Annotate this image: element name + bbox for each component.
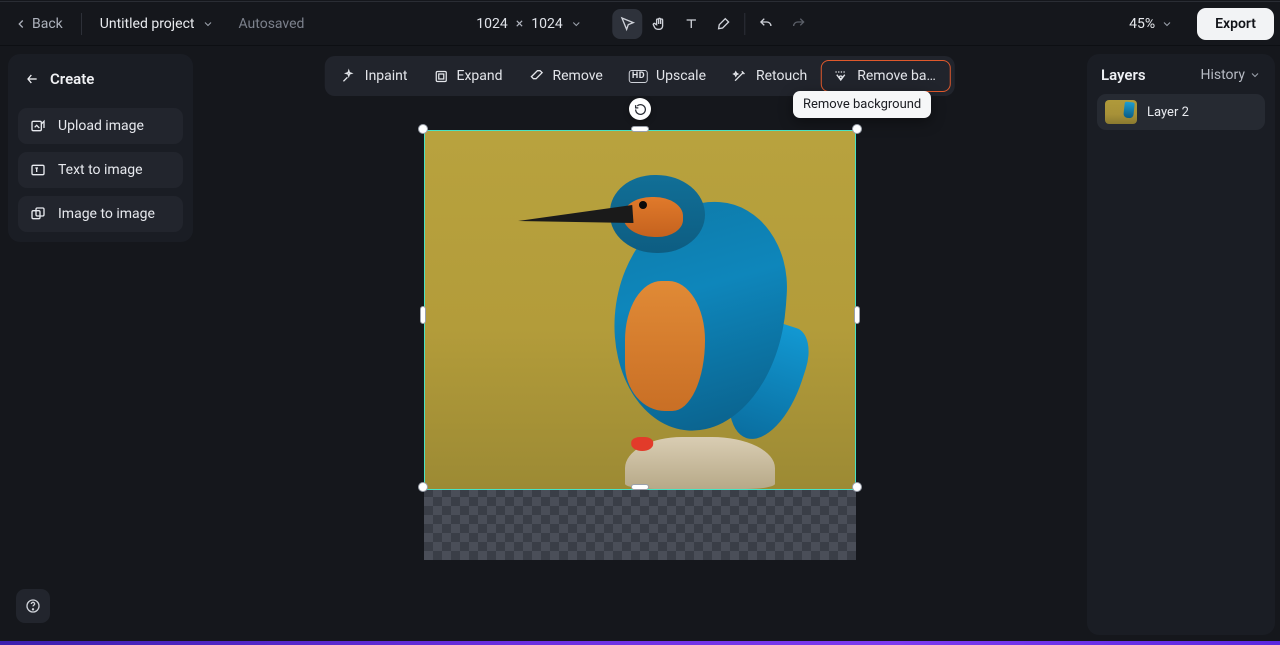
remove-background-button[interactable]: Remove back… [821,60,951,92]
upload-image-label: Upload image [58,118,144,134]
upload-image-icon [30,118,46,134]
help-button[interactable] [16,589,50,623]
tool-group [613,9,814,39]
image-to-image-button[interactable]: Image to image [18,196,183,232]
selected-image-layer[interactable] [424,130,856,490]
image-content [639,201,647,209]
cursor-icon [620,16,636,32]
resize-handle-l[interactable] [420,306,426,324]
text-icon [684,16,700,32]
upscale-label: Upscale [656,68,706,84]
tooltip-text: Remove background [803,97,921,112]
divider [81,13,82,35]
layer-item[interactable]: Layer 2 [1097,94,1265,130]
upscale-button[interactable]: HD Upscale [617,60,718,92]
collapse-left-icon [24,71,40,87]
text-to-image-icon [30,162,46,178]
chevron-down-icon [1161,18,1173,30]
project-name: Untitled project [100,16,195,32]
export-button[interactable]: Export [1197,8,1274,40]
image-to-image-icon [30,206,46,222]
text-tool[interactable] [677,9,707,39]
inpaint-label: Inpaint [365,68,408,84]
top-bar: Back Untitled project Autosaved 1024 × 1… [0,1,1280,46]
help-icon [25,598,41,614]
resize-handle-tl[interactable] [418,124,428,134]
remove-background-icon [833,68,849,84]
layer-label: Layer 2 [1147,105,1189,120]
brush-icon [716,16,732,32]
redo-icon [791,16,807,32]
expand-label: Expand [456,68,502,84]
resize-handle-bl[interactable] [418,482,428,492]
create-toggle[interactable]: Create [18,64,183,100]
retouch-label: Retouch [756,68,807,84]
retouch-button[interactable]: Retouch [720,60,819,92]
chevron-left-icon [14,17,28,31]
wand-icon [732,68,748,84]
hand-icon [652,16,668,32]
expand-icon [433,69,448,84]
resize-handle-t[interactable] [631,126,649,132]
expand-button[interactable]: Expand [421,60,514,92]
edit-actions-toolbar: Inpaint Expand Remove HD Upscale Retouch… [325,56,955,96]
history-label: History [1200,67,1245,83]
brush-tool[interactable] [709,9,739,39]
eraser-icon [529,68,545,84]
text-to-image-button[interactable]: Text to image [18,152,183,188]
hd-icon: HD [629,70,648,83]
history-dropdown[interactable]: History [1200,67,1261,83]
chevron-down-icon [202,18,214,30]
autosave-status: Autosaved [238,16,304,32]
text-to-image-label: Text to image [58,162,143,178]
canvas-stage[interactable] [424,130,856,560]
layers-panel: Layers History Layer 2 [1087,54,1275,635]
rotate-icon [634,103,647,116]
dim-height: 1024 [531,16,562,32]
resize-handle-b[interactable] [631,484,649,490]
pan-tool[interactable] [645,9,675,39]
redo-button[interactable] [784,9,814,39]
sparkle-brush-icon [341,68,357,84]
chevron-down-icon [1249,69,1261,81]
times-icon: × [516,16,523,32]
image-to-image-label: Image to image [58,206,155,222]
back-button[interactable]: Back [6,10,71,38]
back-label: Back [32,16,63,32]
project-name-dropdown[interactable]: Untitled project [92,10,223,38]
canvas-dimensions-dropdown[interactable]: 1024 × 1024 [466,10,592,38]
zoom-dropdown[interactable]: 45% [1121,10,1181,38]
rotate-handle[interactable] [629,98,651,120]
bottom-accent-bar [0,641,1280,645]
undo-icon [759,16,775,32]
create-panel: Create Upload image Text to image Image … [8,54,193,242]
chevron-down-icon [571,18,583,30]
layers-title: Layers [1101,66,1146,84]
select-tool[interactable] [613,9,643,39]
resize-handle-br[interactable] [852,482,862,492]
create-title: Create [50,70,94,88]
resize-handle-tr[interactable] [852,124,862,134]
zoom-value: 45% [1129,16,1155,32]
divider [745,13,746,35]
remove-background-tooltip: Remove background [793,91,931,118]
export-label: Export [1215,16,1256,32]
resize-handle-r[interactable] [854,306,860,324]
remove-label: Remove [553,68,603,84]
undo-button[interactable] [752,9,782,39]
remove-background-label: Remove back… [857,68,939,84]
inpaint-button[interactable]: Inpaint [329,60,420,92]
image-content [625,281,705,411]
layer-thumbnail [1105,100,1137,124]
upload-image-button[interactable]: Upload image [18,108,183,144]
remove-button[interactable]: Remove [517,60,615,92]
image-content [631,437,653,451]
transparent-area [424,488,856,560]
dim-width: 1024 [476,16,507,32]
